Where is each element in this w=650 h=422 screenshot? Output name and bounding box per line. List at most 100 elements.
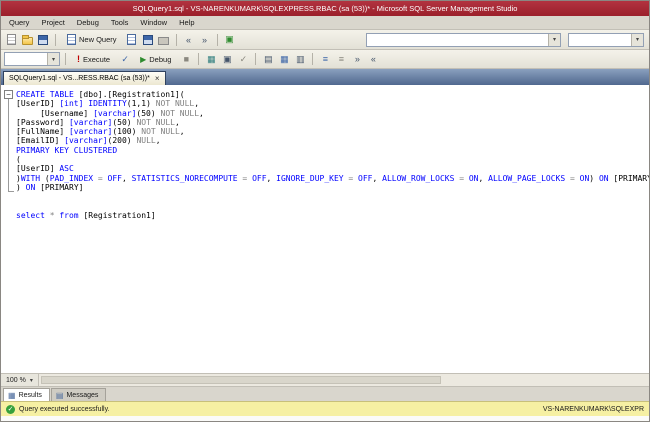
chevron-down-icon[interactable]: ▾	[548, 33, 560, 46]
menu-tools[interactable]: Tools	[105, 16, 135, 29]
execute-label: Execute	[83, 54, 111, 64]
zoom-level: 100 %	[6, 376, 26, 384]
save-icon[interactable]	[36, 33, 50, 47]
tab-results[interactable]: ▦ Results	[3, 388, 50, 401]
indent-icon[interactable]: »	[350, 52, 364, 66]
outline-guide-line	[8, 99, 14, 192]
code-line: CREATE TABLE [dbo].[Registration1](	[16, 90, 185, 99]
code-line: select * from [Registration1]	[16, 210, 156, 220]
ssms-window: SQLQuery1.sql - VS-NARENKUMARK\SQLEXPRES…	[0, 0, 650, 422]
results-to-file-icon[interactable]: ▥	[293, 52, 307, 66]
editor-bottom-bar: 100 % ▾	[1, 373, 649, 386]
code-line: )WITH (PAD_INDEX = OFF, STATISTICS_NOREC…	[16, 173, 649, 183]
results-tab-strip: ▦ Results ▤ Messages	[1, 386, 649, 401]
print-icon[interactable]	[157, 33, 171, 47]
open-file-icon[interactable]	[20, 33, 34, 47]
results-to-text-icon[interactable]: ▤	[261, 52, 275, 66]
menu-debug[interactable]: Debug	[71, 16, 105, 29]
code-line: [UserID] [int] IDENTITY(1,1) NOT NULL,	[16, 99, 200, 109]
menu-project[interactable]: Project	[35, 16, 70, 29]
zoom-control[interactable]: 100 % ▾	[1, 374, 39, 386]
tab-sqlquery1[interactable]: SQLQuery1.sql - VS...RESS.RBAC (sa (53))…	[3, 71, 166, 85]
toolbar-separator	[312, 53, 314, 65]
new-query-button[interactable]: New Query	[61, 32, 123, 47]
messages-tab-label: Messages	[66, 391, 99, 399]
code-editor[interactable]: − CREATE TABLE [dbo].[Registration1]([Us…	[1, 85, 649, 373]
printer-glyph	[158, 37, 170, 45]
query-options-icon[interactable]: ▣	[220, 52, 234, 66]
folder-glyph	[21, 35, 33, 45]
toolbar-separator	[198, 53, 200, 65]
code-line: [UserID] ASC	[16, 164, 74, 174]
code-line: [Password] [varchar](50) NOT NULL,	[16, 117, 180, 127]
new-query-doc-icon	[67, 34, 76, 45]
messages-icon: ▤	[55, 390, 64, 400]
activity-monitor-icon[interactable]: ▣	[223, 33, 237, 47]
new-query-label: New Query	[79, 35, 117, 44]
parse-check-icon[interactable]: ✓	[118, 52, 132, 66]
outdent-icon[interactable]: «	[366, 52, 380, 66]
toolbar-separator	[175, 33, 177, 46]
title-bar[interactable]: SQLQuery1.sql - VS-NARENKUMARK\SQLEXPRES…	[1, 1, 649, 16]
toolbar-combo-1[interactable]: ▾	[366, 32, 561, 47]
uncomment-icon[interactable]: ≡	[334, 52, 348, 66]
window-bottom-edge	[1, 416, 649, 421]
results-grid-icon: ▦	[8, 390, 16, 400]
save-all-icon[interactable]	[141, 33, 155, 47]
chevron-down-icon[interactable]: ▾	[47, 53, 59, 65]
floppy-glyph	[38, 34, 48, 45]
code-lines: CREATE TABLE [dbo].[Registration1]([User…	[16, 85, 649, 373]
status-server: VS-NARENKUMARK\SQLEXPR	[542, 405, 644, 413]
redo-icon[interactable]: »	[198, 33, 212, 47]
standard-toolbar: New Query « » ▣ ▾ ▾	[1, 30, 649, 50]
doc-tab-label: SQLQuery1.sql - VS...RESS.RBAC (sa (53))…	[9, 75, 150, 82]
menu-window[interactable]: Window	[134, 16, 173, 29]
chevron-down-icon[interactable]: ▾	[631, 33, 643, 46]
document-glyph	[127, 34, 137, 45]
undo-icon[interactable]: «	[182, 33, 196, 47]
tab-messages[interactable]: ▤ Messages	[50, 388, 107, 401]
comment-icon[interactable]: ≡	[318, 52, 332, 66]
document-tab-strip: SQLQuery1.sql - VS...RESS.RBAC (sa (53))…	[1, 69, 649, 85]
menu-help[interactable]: Help	[173, 16, 200, 29]
toolbar-separator	[216, 33, 218, 46]
stop-icon[interactable]: ■	[179, 52, 193, 66]
code-line: (	[16, 155, 21, 165]
show-plan-icon[interactable]: ▦	[204, 52, 218, 66]
success-check-icon: ✓	[6, 404, 15, 414]
debug-play-icon: ▶	[140, 54, 147, 64]
toolbar-separator	[255, 53, 257, 65]
intellisense-icon[interactable]: ✓	[236, 52, 250, 66]
chevron-down-icon: ▾	[29, 377, 33, 384]
new-file-icon[interactable]	[4, 33, 18, 47]
results-to-grid-icon[interactable]: ▦	[277, 52, 291, 66]
code-line: [FullName] [varchar](100) NOT NULL,	[16, 127, 185, 137]
debug-button[interactable]: ▶ Debug	[134, 53, 177, 66]
horizontal-scrollbar[interactable]	[38, 374, 649, 386]
code-line: ) ON [PRIMARY]	[16, 182, 84, 192]
menu-query[interactable]: Query	[3, 16, 35, 29]
debug-label: Debug	[149, 54, 172, 64]
scrollbar-thumb[interactable]	[40, 376, 441, 384]
execute-button[interactable]: ! Execute	[71, 52, 116, 66]
code-line: [Username] [varchar](50) NOT NULL,	[16, 108, 204, 118]
status-bar: ✓ Query executed successfully. VS-NARENK…	[1, 401, 649, 416]
code-line: [EmailID] [varchar](200) NULL,	[16, 136, 161, 146]
toolbar-combo-2[interactable]: ▾	[568, 32, 644, 47]
execute-bang-icon: !	[77, 54, 80, 64]
collapse-region-icon[interactable]: −	[4, 90, 13, 99]
close-icon[interactable]: ×	[155, 74, 160, 83]
menu-bar: Query Project Debug Tools Window Help	[1, 16, 649, 30]
sql-editor-toolbar: ▾ ! Execute ✓ ▶ Debug ■ ▦ ▣ ✓ ▤ ▦ ▥ ≡ ≡ …	[1, 50, 649, 69]
status-message: Query executed successfully.	[19, 405, 110, 413]
floppy-glyph	[142, 34, 153, 45]
code-line: PRIMARY KEY CLUSTERED	[16, 145, 118, 155]
window-title: SQLQuery1.sql - VS-NARENKUMARK\SQLEXPRES…	[132, 4, 518, 13]
document-glyph	[6, 34, 16, 45]
outlining-margin: −	[1, 85, 16, 373]
toolbar-separator	[65, 53, 66, 65]
database-combo[interactable]: ▾	[4, 52, 60, 66]
new-database-query-icon[interactable]	[125, 33, 139, 47]
